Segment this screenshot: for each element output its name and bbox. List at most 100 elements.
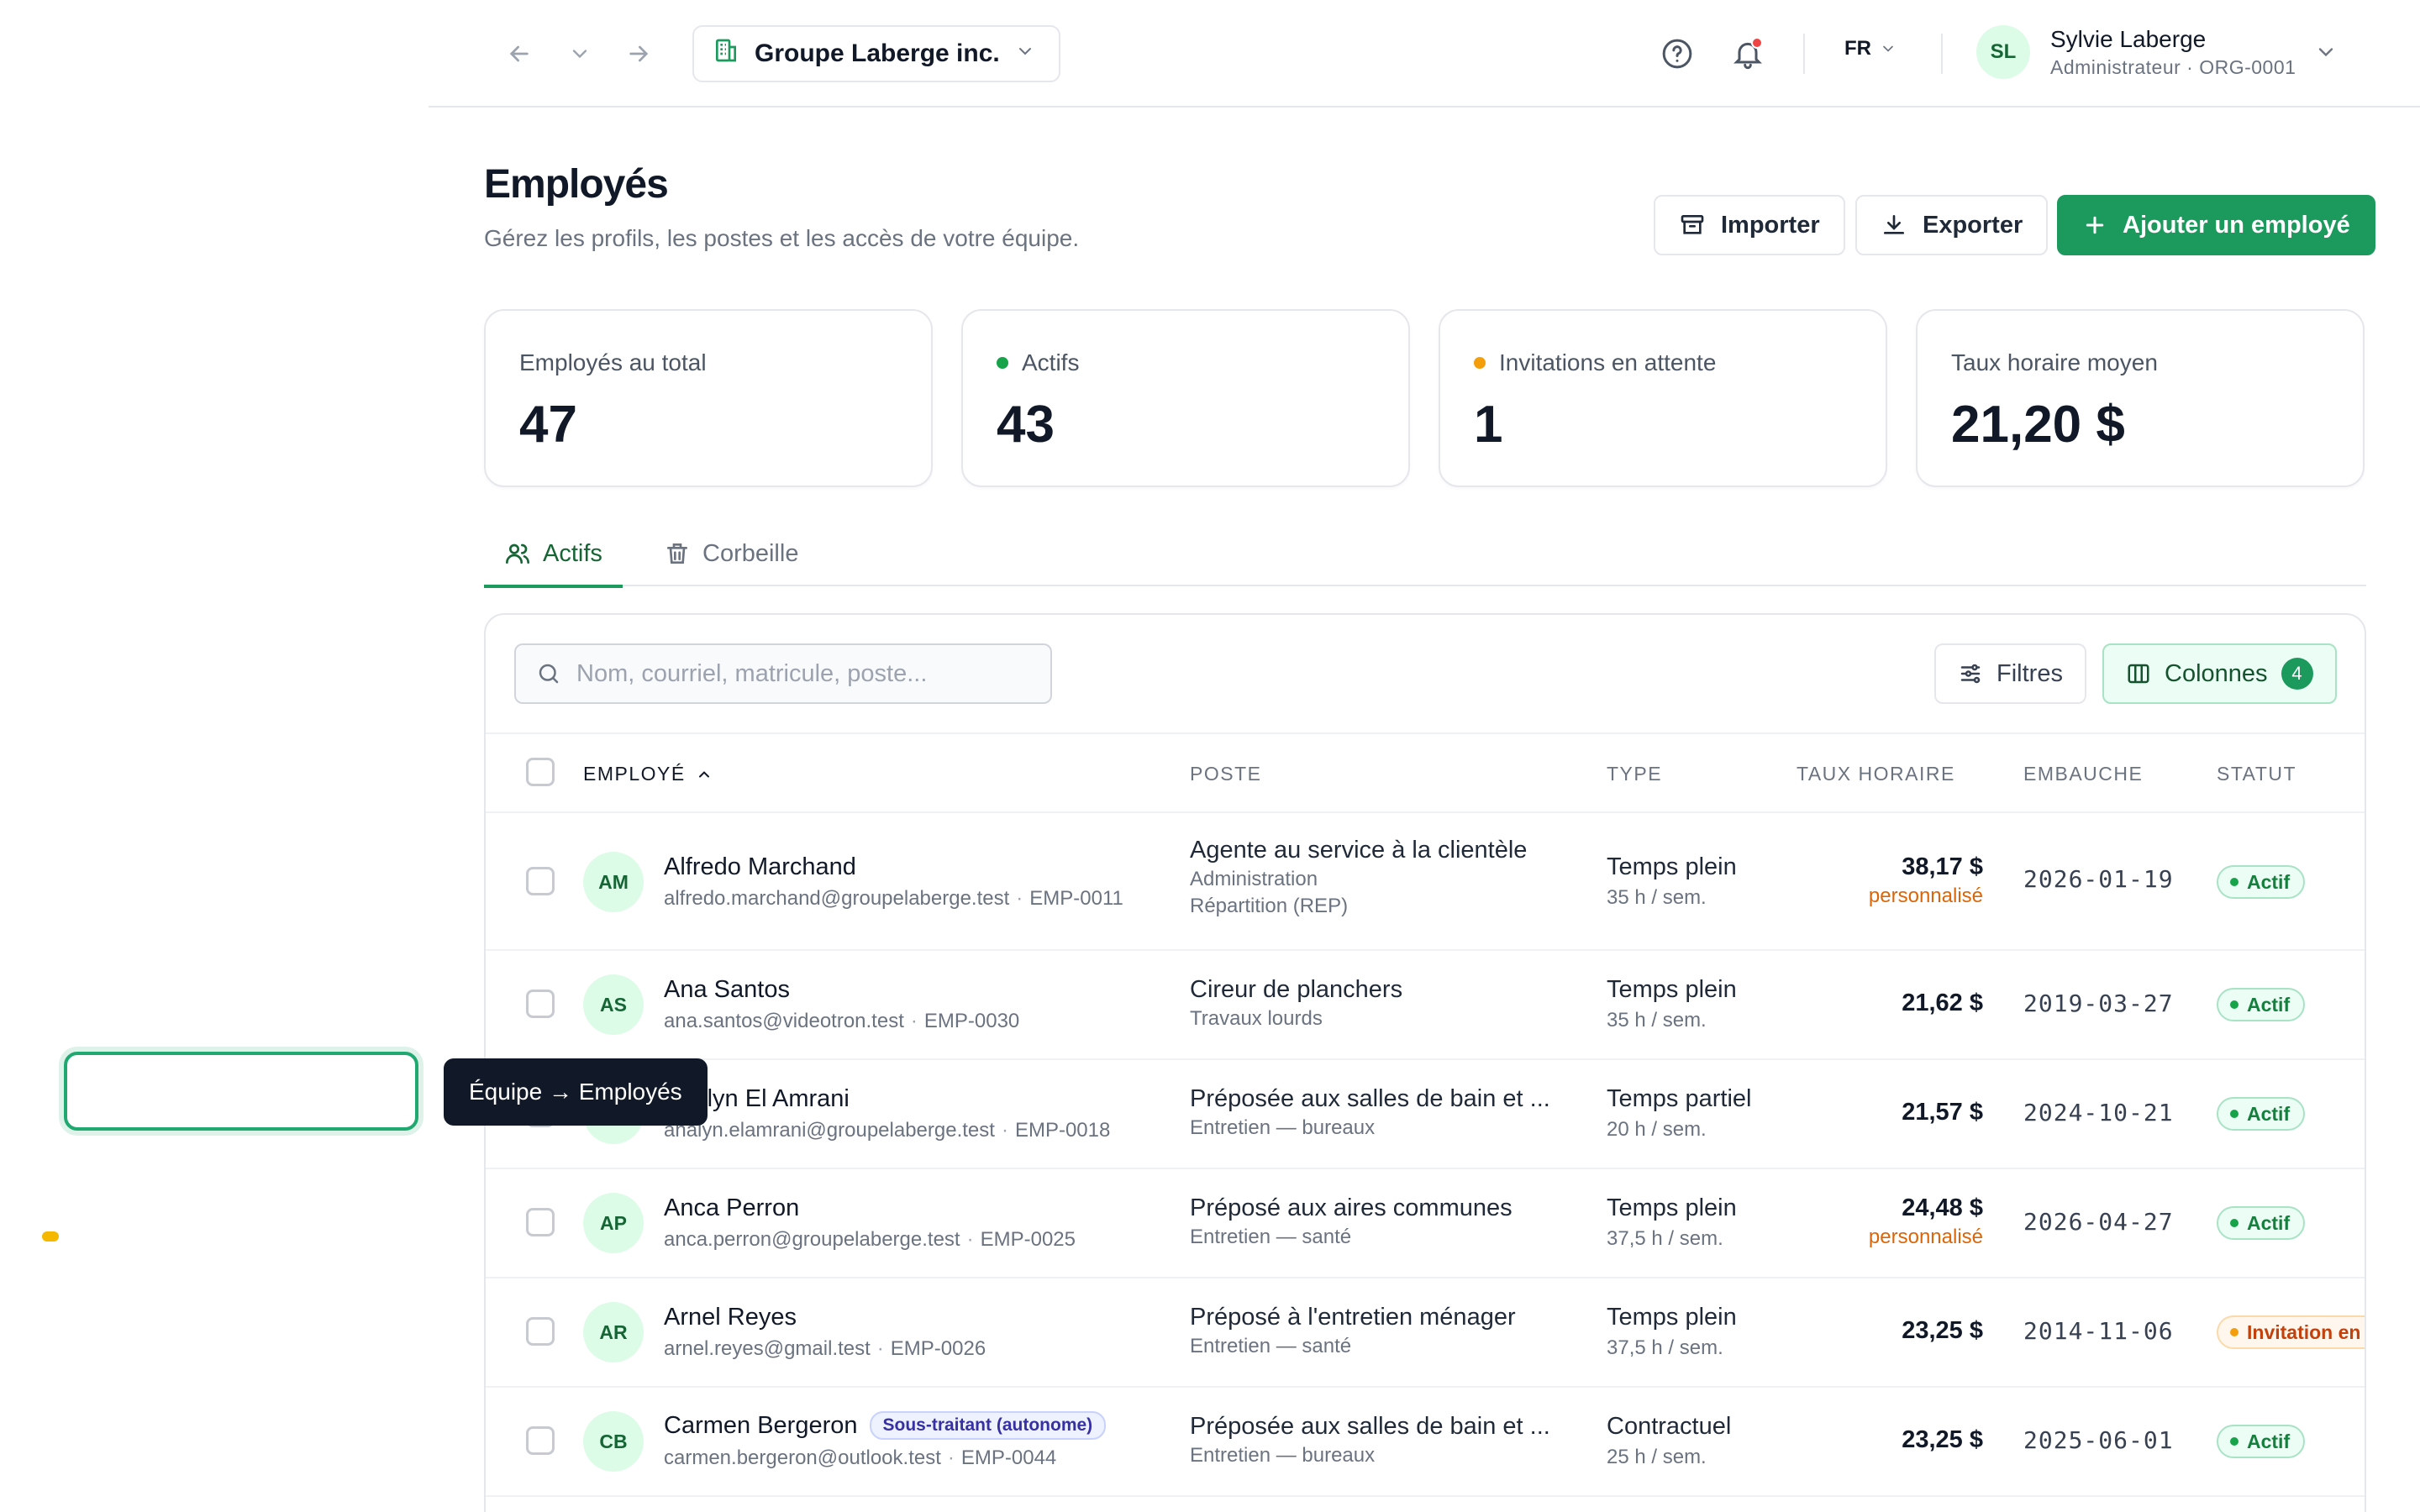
employee-contact: arnel.reyes@gmail.test · EMP-0026 — [664, 1337, 986, 1361]
employee-id: EMP-0044 — [960, 1446, 1057, 1469]
employee-contact: alfredo.marchand@groupelaberge.test · EMP-… — [664, 887, 1123, 911]
column-header-employee[interactable]: EMPLOYÉ — [583, 763, 713, 785]
divider — [1941, 34, 1943, 74]
columns-button[interactable]: Colonnes 4 — [2102, 643, 2337, 704]
type-cell: Temps plein 37,5 h / sem. — [1607, 1194, 1737, 1251]
top-bar: Groupe Laberge inc. FR SL Sylvie Laberge… — [429, 0, 2420, 108]
poste-department: Entretien — santé — [1190, 1226, 1352, 1248]
hire-date: 2024-10-21 — [2023, 1099, 2174, 1126]
avatar: AP — [583, 1193, 644, 1253]
language-selector[interactable]: FR — [1844, 37, 1897, 60]
table-row[interactable]: AS Ana Santos ana.santos@videotron.test ·… — [486, 951, 2365, 1060]
import-label: Importer — [1721, 211, 1820, 239]
employee-contact: analyn.elamrani@groupelaberge.test · EMP-0… — [664, 1119, 1110, 1142]
status-badge: Actif — [2217, 1097, 2306, 1131]
add-employee-button[interactable]: Ajouter un employé — [2057, 195, 2375, 255]
trash-icon — [667, 543, 687, 564]
tab-label: Actifs — [543, 539, 602, 567]
left-rail — [0, 0, 429, 1512]
search-input[interactable] — [576, 659, 1047, 688]
column-header-rate[interactable]: TAUX HORAIRE — [1797, 763, 1955, 785]
column-header-poste[interactable]: POSTE — [1190, 763, 1261, 785]
avatar: AS — [583, 974, 644, 1035]
employee-id: EMP-0025 — [980, 1228, 1076, 1251]
import-button[interactable]: Importer — [1654, 195, 1845, 255]
table-row[interactable]: AE Analyn El Amrani analyn.elamrani@grou… — [486, 1060, 2365, 1169]
users-icon — [506, 543, 530, 564]
row-checkbox[interactable] — [526, 990, 555, 1018]
employee-name[interactable]: Arnel Reyes — [664, 1304, 797, 1331]
table-row[interactable]: AM Alfredo Marchand alfredo.marchand@gro… — [486, 813, 2365, 951]
column-header-status[interactable]: STATUT — [2217, 763, 2296, 785]
export-button[interactable]: Exporter — [1855, 195, 2049, 255]
page-title: Employés — [484, 162, 669, 207]
notifications-bell-icon[interactable] — [1728, 34, 1768, 74]
poste-title: Préposée aux salles de bain et ... — [1190, 1085, 1550, 1112]
employee-id: EMP-0026 — [890, 1337, 986, 1360]
status-label: Actif — [2247, 870, 2291, 893]
select-all-checkbox[interactable] — [526, 758, 555, 786]
table-row[interactable]: AP Anca Perron anca.perron@groupelaberge… — [486, 1169, 2365, 1278]
column-header-type[interactable]: TYPE — [1607, 763, 1662, 785]
tab-label: Corbeille — [702, 539, 799, 567]
hire-date: 2014-11-06 — [2023, 1317, 2174, 1345]
type-cell: Temps plein 37,5 h / sem. — [1607, 1304, 1737, 1360]
stat-label: Actifs — [1022, 349, 1080, 375]
employee-id: EMP-0030 — [923, 1010, 1020, 1032]
employee-name[interactable]: Ana Santos — [664, 976, 790, 1004]
stat-card-pending: Invitations en attente 1 — [1439, 309, 1887, 487]
search-field[interactable] — [514, 643, 1052, 704]
poste-title: Préposé à l'entretien ménager — [1190, 1304, 1516, 1331]
organization-selector[interactable]: Groupe Laberge inc. — [692, 25, 1060, 82]
user-name: Sylvie Laberge — [2050, 25, 2207, 52]
divider — [1803, 34, 1805, 74]
row-checkbox[interactable] — [526, 867, 555, 895]
column-label: EMPLOYÉ — [583, 763, 686, 785]
stat-value: 1 — [1474, 396, 1503, 454]
status-badge: Actif — [2217, 1425, 2306, 1458]
employee-name[interactable]: Carmen Bergeron — [664, 1412, 858, 1440]
employment-type: Temps plein — [1607, 853, 1737, 880]
employment-type: Temps plein — [1607, 1194, 1737, 1221]
chevron-down-icon — [1015, 39, 1035, 68]
forward-arrow-icon[interactable] — [618, 34, 659, 74]
employment-type: Contractuel — [1607, 1413, 1732, 1440]
tab-actifs[interactable]: Actifs — [484, 521, 623, 588]
row-checkbox[interactable] — [526, 1317, 555, 1346]
separator-dot: · — [876, 1337, 884, 1360]
tab-corbeille[interactable]: Corbeille — [664, 521, 798, 586]
download-icon — [1884, 214, 1904, 234]
table-row[interactable]: AR Arnel Reyes arnel.reyes@gmail.test · EM… — [486, 1278, 2365, 1388]
filters-button[interactable]: Filtres — [1934, 643, 2086, 704]
employee-name[interactable]: Alfredo Marchand — [664, 853, 856, 881]
status-dot — [2230, 1110, 2238, 1118]
drag-ghost-box[interactable] — [64, 1052, 418, 1131]
status-badge: Actif — [2217, 865, 2306, 899]
columns-icon — [2128, 664, 2149, 684]
status-label: Actif — [2247, 1102, 2291, 1125]
history-dropdown-icon[interactable] — [560, 34, 600, 74]
language-code: FR — [1844, 37, 1871, 60]
employee-name[interactable]: Anca Perron — [664, 1194, 799, 1222]
separator-dot: · — [1001, 1119, 1008, 1142]
type-cell: Temps plein 35 h / sem. — [1607, 976, 1737, 1032]
status-dot — [2230, 1328, 2238, 1336]
poste-department: Entretien — bureaux — [1190, 1444, 1376, 1467]
status-badge: Actif — [2217, 1206, 2306, 1240]
weekly-hours: 20 h / sem. — [1607, 1118, 1707, 1141]
weekly-hours: 37,5 h / sem. — [1607, 1227, 1723, 1250]
column-header-hire[interactable]: EMBAUCHE — [2023, 763, 2143, 785]
employee-contact: carmen.bergeron@outlook.test · EMP-0044 — [664, 1446, 1056, 1470]
avatar: SL — [1976, 25, 2030, 79]
back-arrow-icon[interactable] — [499, 34, 539, 74]
row-checkbox[interactable] — [526, 1208, 555, 1236]
user-menu[interactable]: SL Sylvie Laberge Administrateur · ORG-0… — [1976, 25, 2296, 79]
row-checkbox[interactable] — [526, 1426, 555, 1455]
export-label: Exporter — [1923, 211, 2023, 239]
poste-cell: Préposée aux salles de bain et ... Entre… — [1190, 1413, 1576, 1467]
help-icon[interactable] — [1657, 34, 1697, 74]
table-row[interactable]: CB Carmen Bergeron Sous-traitant (autono… — [486, 1388, 2365, 1497]
avatar: CB — [583, 1411, 644, 1472]
status-dot — [997, 357, 1008, 369]
chevron-down-icon[interactable] — [2314, 40, 2338, 68]
